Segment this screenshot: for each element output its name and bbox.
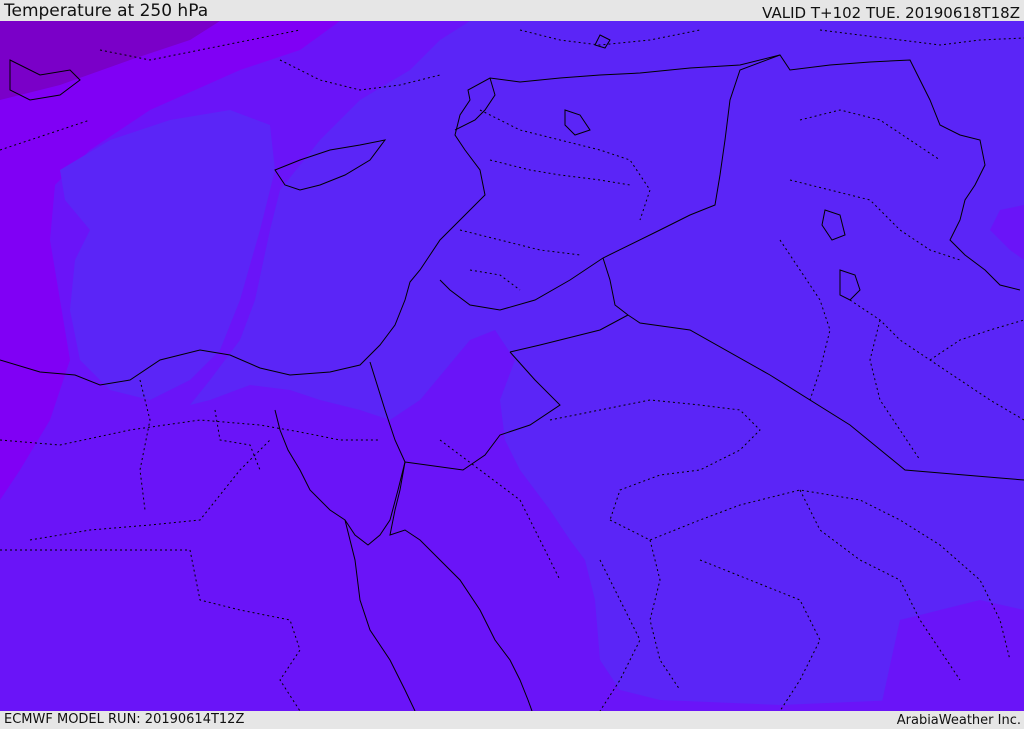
header-bar: Temperature at 250 hPa VALID T+102 TUE. … (0, 0, 1024, 21)
map-title: Temperature at 250 hPa (4, 1, 209, 21)
model-run-label: ECMWF MODEL RUN: 20190614T12Z (4, 712, 245, 727)
footer-bar: ECMWF MODEL RUN: 20190614T12Z ArabiaWeat… (0, 711, 1024, 729)
credit-label: ArabiaWeather Inc. (896, 713, 1021, 728)
valid-time-label: VALID T+102 TUE. 20190618T18Z (762, 4, 1020, 22)
temperature-map[interactable] (0, 21, 1024, 711)
